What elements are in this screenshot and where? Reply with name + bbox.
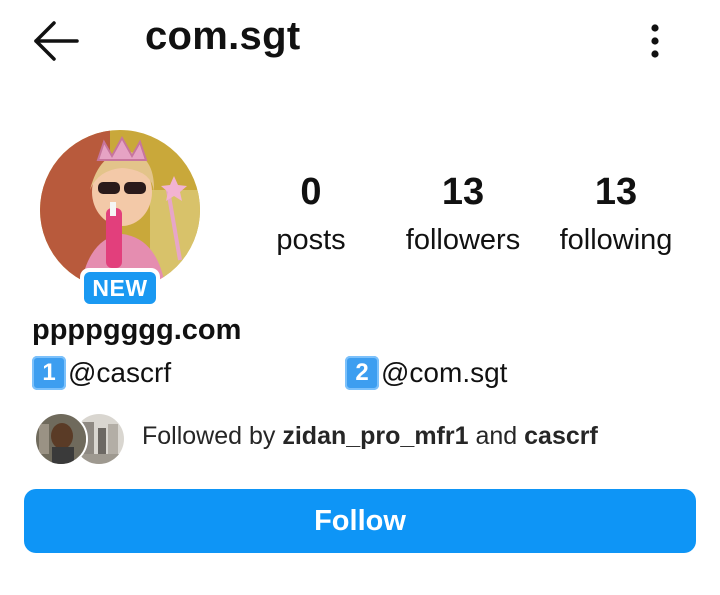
following-stat[interactable]: 13 following xyxy=(541,170,691,266)
followed-by-row[interactable]: Followed by zidan_pro_mfr1 and cascrf xyxy=(32,410,692,466)
followed-by-text: Followed by zidan_pro_mfr1 and cascrf xyxy=(142,422,598,451)
new-badge-label: NEW xyxy=(84,272,156,304)
keycap-one-icon: 1 xyxy=(32,356,66,390)
page-title: com.sgt xyxy=(145,14,301,58)
more-vertical-icon xyxy=(651,24,659,58)
profile-avatar[interactable] xyxy=(40,130,200,290)
followers-count: 13 xyxy=(441,171,485,213)
followers-label: followers xyxy=(405,224,521,256)
bio-handle-2: @com.sgt xyxy=(381,357,508,388)
bio-link-1[interactable]: 1 @cascrf xyxy=(32,356,171,390)
top-bar: com.sgt xyxy=(0,0,720,90)
following-label: following xyxy=(559,224,673,256)
bio-handle-1: @cascrf xyxy=(68,357,172,388)
arrow-left-icon xyxy=(34,21,79,61)
more-options-button[interactable] xyxy=(640,18,670,64)
followed-by-user-1[interactable]: zidan_pro_mfr1 xyxy=(282,422,468,450)
profile-name: ppppgggg.com xyxy=(32,314,242,346)
follow-button[interactable]: Follow xyxy=(24,489,696,553)
following-count: 13 xyxy=(594,171,638,213)
avatar xyxy=(40,130,200,290)
followed-by-joiner: and xyxy=(468,422,525,450)
new-badge: NEW xyxy=(80,268,160,308)
followed-by-prefix: Followed by xyxy=(142,422,283,450)
posts-stat[interactable]: 0 posts xyxy=(236,170,386,266)
back-button[interactable] xyxy=(30,18,82,64)
follower-avatar-1 xyxy=(34,412,88,466)
followed-by-user-2[interactable]: cascrf xyxy=(524,422,598,450)
followers-stat[interactable]: 13 followers xyxy=(388,170,538,266)
posts-label: posts xyxy=(276,224,346,256)
bio-link-2[interactable]: 2 @com.sgt xyxy=(345,356,507,390)
posts-count: 0 xyxy=(300,171,322,213)
keycap-two-icon: 2 xyxy=(345,356,379,390)
